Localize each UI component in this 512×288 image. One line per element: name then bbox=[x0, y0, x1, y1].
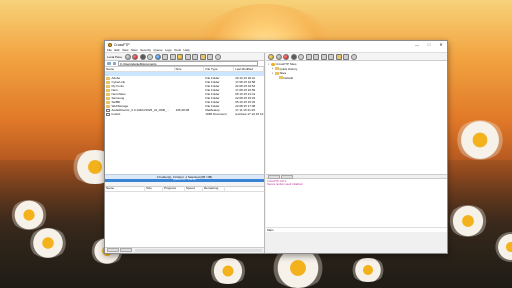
menu-view[interactable]: View bbox=[122, 48, 128, 52]
daisy-flower bbox=[208, 258, 248, 284]
queue-footer bbox=[105, 246, 264, 253]
log-line: Secure random seed initialized. bbox=[267, 183, 304, 187]
tree-label: Quick History bbox=[279, 66, 298, 71]
queue-scrollbar[interactable] bbox=[135, 248, 262, 252]
delete-icon[interactable] bbox=[184, 53, 191, 60]
daisy-flower bbox=[448, 205, 488, 237]
path-input[interactable] bbox=[118, 61, 258, 66]
menu-help[interactable]: Help bbox=[184, 48, 190, 52]
maximize-icon[interactable]: □ bbox=[423, 41, 435, 48]
menu-logs[interactable]: Logs bbox=[165, 48, 172, 52]
queue-column-speed[interactable]: Speed bbox=[185, 186, 203, 191]
queue-tab[interactable] bbox=[120, 248, 132, 252]
queue-column-remaining[interactable]: Remaining bbox=[203, 186, 225, 191]
daisy-flower bbox=[28, 228, 68, 258]
log-tab[interactable] bbox=[268, 174, 280, 179]
site-manager-icon[interactable] bbox=[268, 53, 274, 60]
file-modified: textdrew 17.10.15 12:34 bbox=[235, 112, 264, 116]
remote-toolbar bbox=[266, 53, 447, 61]
bookmark-icon[interactable] bbox=[112, 61, 116, 66]
site-tree: ▾ CrossFTP Sites ▸ Quick History ▾ Sites De… bbox=[266, 61, 447, 174]
delete-icon[interactable] bbox=[320, 53, 327, 60]
back-icon[interactable] bbox=[107, 61, 111, 66]
menu-file[interactable]: File bbox=[107, 48, 112, 52]
edit-icon[interactable] bbox=[169, 53, 176, 60]
tree-label: Default bbox=[283, 75, 294, 80]
queue-column-progress[interactable]: Progress bbox=[163, 186, 185, 191]
remote-pane: ▾ CrossFTP Sites ▸ Quick History ▾ Sites De… bbox=[266, 53, 447, 253]
refresh-icon[interactable] bbox=[147, 53, 154, 60]
window-controls: — □ ✕ bbox=[411, 41, 447, 48]
view-icon[interactable] bbox=[207, 53, 214, 60]
tree-label: Sites bbox=[279, 71, 287, 76]
up-folder-icon[interactable] bbox=[154, 53, 161, 60]
column-size[interactable]: Size bbox=[175, 66, 205, 72]
refresh-icon[interactable] bbox=[298, 53, 304, 60]
file-icon bbox=[106, 112, 110, 116]
menu-security[interactable]: Security bbox=[140, 48, 151, 52]
log-panel: CrossFTP 1.97.1 Secure random seed initi… bbox=[266, 179, 447, 227]
disconnect-icon[interactable] bbox=[139, 53, 146, 60]
site-icon bbox=[271, 62, 275, 66]
properties-icon[interactable] bbox=[192, 53, 199, 60]
daisy-flower bbox=[270, 248, 326, 288]
queue-column-size[interactable]: Size bbox=[145, 186, 163, 191]
window-title: CrossFTP bbox=[114, 42, 130, 47]
stop-icon[interactable] bbox=[132, 53, 139, 60]
new-folder-icon[interactable] bbox=[199, 53, 206, 60]
title-bar: CrossFTP — □ ✕ bbox=[105, 41, 447, 48]
local-pane: Local Pane Name bbox=[105, 53, 265, 253]
tree-label: CrossFTP Sites bbox=[275, 62, 297, 67]
transfer-icon[interactable] bbox=[305, 53, 312, 60]
file-size: 106,38 kB bbox=[175, 108, 190, 112]
close-icon[interactable]: ✕ bbox=[435, 41, 447, 48]
column-modified[interactable]: Last Modified bbox=[234, 66, 264, 72]
view-icon[interactable] bbox=[343, 53, 349, 60]
settings-icon[interactable] bbox=[350, 53, 357, 60]
folder-icon bbox=[279, 76, 283, 80]
daisy-flower bbox=[455, 120, 505, 160]
queue-tab[interactable] bbox=[107, 248, 119, 252]
stop-icon[interactable] bbox=[283, 53, 289, 60]
connect-icon[interactable] bbox=[124, 53, 131, 60]
properties-icon[interactable] bbox=[328, 53, 334, 60]
disconnect-icon[interactable] bbox=[290, 53, 297, 60]
rename-icon[interactable] bbox=[177, 53, 184, 60]
new-folder-icon[interactable] bbox=[335, 53, 342, 60]
folder-icon bbox=[275, 67, 279, 71]
menu-tools[interactable]: Tools bbox=[174, 48, 181, 52]
daisy-flower bbox=[350, 258, 386, 282]
app-icon bbox=[108, 42, 112, 47]
queue-list bbox=[105, 191, 264, 247]
settings-icon[interactable] bbox=[214, 53, 221, 60]
log-footer-label: Main bbox=[266, 227, 447, 232]
file-name: hosttxt bbox=[111, 112, 121, 116]
queue-column-name[interactable]: Name bbox=[105, 186, 145, 191]
file-list: .. Adobe File Folder 29.10.15 20:41 CyberL… bbox=[105, 72, 264, 174]
folder-icon bbox=[275, 71, 279, 75]
menu-sites[interactable]: Sites bbox=[131, 48, 138, 52]
menu-edit[interactable]: Edit bbox=[114, 48, 119, 52]
column-name[interactable]: Name bbox=[105, 66, 175, 72]
crossftp-window: CrossFTP — □ ✕ File Edit View Sites Secu… bbox=[104, 40, 448, 254]
file-row[interactable]: hosttxt 1968 Document textdrew 17.10.15 12… bbox=[105, 112, 264, 116]
connect-icon[interactable] bbox=[275, 53, 282, 60]
tree-node[interactable]: Default bbox=[268, 76, 445, 81]
transfer-icon[interactable] bbox=[162, 53, 169, 60]
file-type: 1968 Document bbox=[205, 112, 227, 116]
pane-label: Local Pane bbox=[107, 54, 123, 59]
minimize-icon[interactable]: — bbox=[411, 41, 423, 48]
log-tab[interactable] bbox=[281, 174, 293, 179]
local-toolbar: Local Pane bbox=[105, 53, 264, 61]
edit-icon[interactable] bbox=[313, 53, 319, 60]
column-type[interactable]: File Type bbox=[204, 66, 235, 72]
menu-queue[interactable]: Queue bbox=[153, 48, 162, 52]
daisy-flower bbox=[10, 200, 48, 230]
